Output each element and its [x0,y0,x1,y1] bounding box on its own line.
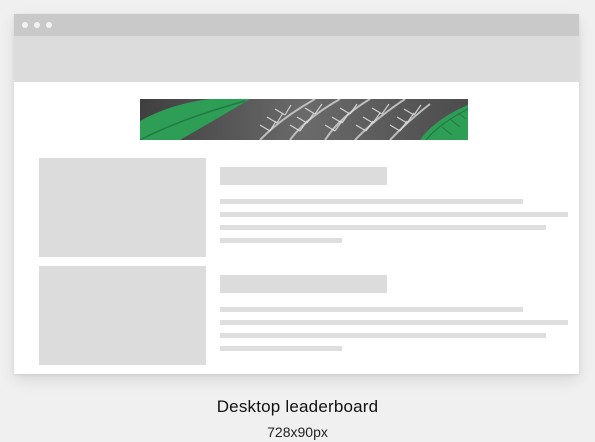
browser-mockup [14,14,579,374]
window-dot-icon [22,22,28,28]
ad-format-title: Desktop leaderboard [216,397,379,416]
article-thumbnail-placeholder [39,266,206,365]
leaf-photo-image [140,99,468,140]
text-line-placeholder [220,333,546,338]
browser-toolbar [14,36,579,82]
text-line-placeholder [220,320,568,325]
text-line-placeholder [220,307,523,312]
article-heading-placeholder [220,275,387,293]
leaderboard-ad-banner [140,99,468,140]
text-line-placeholder [220,238,342,243]
article-heading-placeholder [220,167,387,185]
browser-titlebar [14,14,579,36]
ad-format-dimensions: 728x90px [267,424,328,440]
text-line-placeholder [220,225,546,230]
window-dot-icon [34,22,40,28]
text-line-placeholder [220,212,568,217]
text-line-placeholder [220,199,523,204]
article-thumbnail-placeholder [39,158,206,257]
window-dot-icon [46,22,52,28]
ad-format-preview: Desktop leaderboard 728x90px [0,0,595,442]
text-line-placeholder [220,346,342,351]
